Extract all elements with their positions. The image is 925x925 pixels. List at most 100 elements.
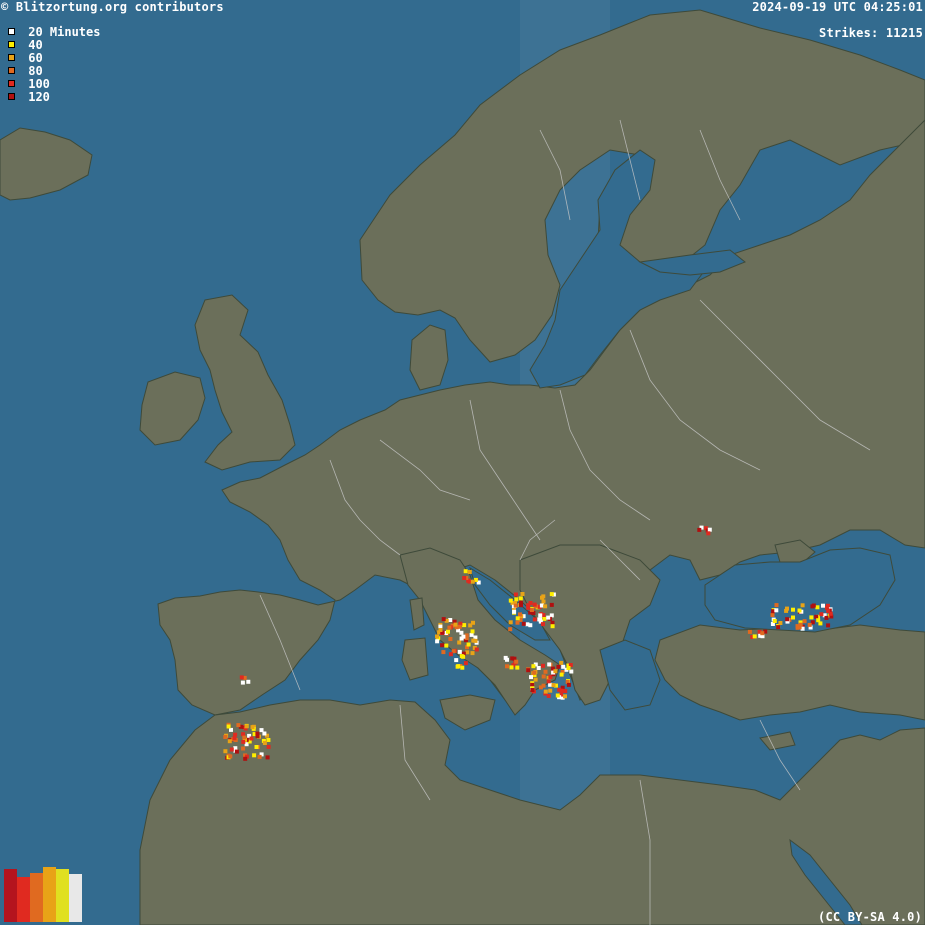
legend-label: 40 <box>21 37 43 52</box>
legend-swatch <box>8 54 15 61</box>
strike-marker <box>457 640 462 645</box>
strike-marker <box>809 615 814 620</box>
strike-marker <box>826 608 831 613</box>
strike-marker <box>752 634 757 639</box>
europe-lightning-map <box>0 0 925 925</box>
strike-count: Strikes: 11215 <box>819 26 923 40</box>
strike-marker <box>266 738 271 742</box>
strike-marker <box>254 745 259 749</box>
strike-marker <box>462 623 467 628</box>
strike-marker <box>549 613 554 618</box>
strike-marker <box>456 664 461 669</box>
strike-marker <box>547 662 552 667</box>
strike-marker <box>509 665 514 670</box>
strike-marker <box>706 531 711 536</box>
strike-marker <box>778 621 783 625</box>
strike-marker <box>533 677 538 682</box>
strike-marker <box>508 598 513 603</box>
strike-marker <box>707 527 712 532</box>
strike-marker <box>811 603 816 608</box>
strike-marker <box>513 603 518 608</box>
strike-marker <box>815 605 820 610</box>
strike-marker <box>546 693 551 698</box>
strike-marker <box>512 609 517 614</box>
legend-label: 100 <box>21 76 50 91</box>
strike-marker <box>259 728 264 733</box>
strike-marker <box>474 647 479 652</box>
strike-marker <box>244 724 249 729</box>
strike-marker <box>462 576 467 580</box>
strike-marker <box>447 625 452 630</box>
strike-marker <box>229 747 234 752</box>
strike-marker <box>243 756 248 761</box>
strike-marker <box>234 749 239 754</box>
strike-marker <box>546 615 551 620</box>
strike-marker <box>542 616 547 621</box>
legend-label: 60 <box>21 50 43 65</box>
strike-marker <box>470 629 475 634</box>
strike-marker <box>537 617 542 622</box>
strike-marker <box>223 735 228 739</box>
strike-marker <box>460 665 465 670</box>
strike-marker <box>441 650 446 655</box>
license-label: (CC BY-SA 4.0) <box>818 910 922 924</box>
strike-marker <box>513 592 518 597</box>
legend-item: 60 <box>8 50 100 65</box>
strike-marker <box>526 605 531 610</box>
strike-marker <box>473 638 478 643</box>
histogram-bar <box>30 873 43 922</box>
strike-marker <box>457 624 462 629</box>
strike-marker <box>252 753 257 758</box>
strike-marker <box>546 679 551 684</box>
strike-marker <box>505 657 509 662</box>
strike-marker <box>819 612 824 617</box>
legend-item: 100 <box>8 76 100 91</box>
legend-swatch <box>8 67 15 74</box>
strike-marker <box>515 616 520 621</box>
strike-marker <box>531 664 536 669</box>
histogram-bar <box>56 869 69 922</box>
attribution-title: © Blitzortung.org contributors <box>1 0 224 14</box>
strike-marker <box>785 606 789 611</box>
strike-marker <box>566 682 571 687</box>
strike-marker <box>536 666 541 670</box>
strike-marker <box>226 724 231 729</box>
strike-marker <box>563 689 568 694</box>
strike-marker <box>246 679 251 684</box>
strike-marker <box>505 664 509 669</box>
strike-marker <box>461 634 466 639</box>
strike-marker <box>824 615 829 620</box>
legend-item: 120 <box>8 90 100 104</box>
legend-swatch <box>8 93 15 100</box>
strike-marker <box>250 725 255 730</box>
strike-marker <box>518 596 523 601</box>
strike-marker <box>448 618 453 622</box>
strike-marker <box>526 668 531 673</box>
strike-marker <box>228 754 233 759</box>
legend-item: 20 Minutes <box>8 25 100 39</box>
strike-marker <box>791 607 795 612</box>
strike-marker <box>265 755 270 760</box>
strike-marker <box>528 601 533 605</box>
strike-marker <box>470 651 475 656</box>
strike-marker <box>515 665 520 670</box>
strike-marker <box>549 602 554 607</box>
strike-marker <box>521 621 526 626</box>
strike-marker <box>795 625 800 630</box>
strike-marker <box>508 627 513 632</box>
strike-marker <box>816 618 821 623</box>
legend-label: 80 <box>21 63 43 78</box>
strike-marker <box>471 620 475 625</box>
strike-marker <box>541 594 546 599</box>
strike-marker <box>557 687 562 692</box>
timestamp: 2024-09-19 UTC 04:25:01 <box>752 0 923 14</box>
strike-marker <box>469 632 474 637</box>
strike-marker <box>541 674 546 679</box>
strike-marker <box>551 683 556 688</box>
histogram-bar <box>4 869 17 922</box>
strike-marker <box>470 579 475 584</box>
strike-marker <box>461 654 466 659</box>
strike-marker <box>457 649 462 654</box>
strike-marker <box>518 612 522 617</box>
legend-swatch <box>8 80 15 87</box>
